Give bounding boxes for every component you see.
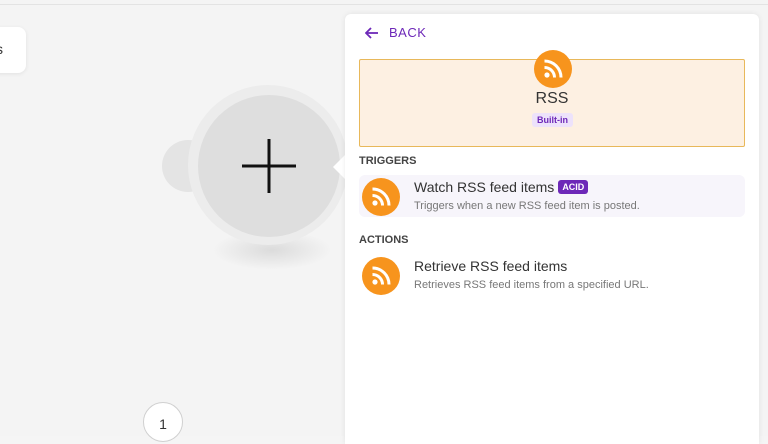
module-retrieve-rss-feed-items[interactable]: Retrieve RSS feed items Retrieves RSS fe… xyxy=(359,254,745,296)
app-header: RSS Built-in xyxy=(359,50,745,147)
builtin-badge: Built-in xyxy=(532,113,573,127)
module-description: Triggers when a new RSS feed item is pos… xyxy=(414,200,640,212)
side-card[interactable]: s xyxy=(0,27,26,73)
arrow-left-icon xyxy=(365,26,378,39)
module-title: Watch RSS feed items xyxy=(414,179,555,195)
rss-icon xyxy=(534,50,572,88)
module-title: Retrieve RSS feed items xyxy=(414,258,568,274)
acid-badge: ACID xyxy=(558,180,589,194)
module-counter: 1 xyxy=(143,402,183,442)
module-counter-value: 1 xyxy=(159,416,167,432)
app-name: RSS xyxy=(535,90,569,107)
rss-icon xyxy=(362,178,400,216)
add-module-button[interactable] xyxy=(198,95,340,237)
toolbar-divider xyxy=(0,4,768,5)
rss-icon xyxy=(362,257,400,295)
plus-icon xyxy=(242,139,296,193)
triggers-title: TRIGGERS xyxy=(359,155,417,167)
scenario-canvas[interactable]: s 1 BACK RSS xyxy=(0,0,768,444)
back-button[interactable]: BACK xyxy=(365,25,426,40)
module-watch-rss-feed-items[interactable]: Watch RSS feed items ACID Triggers when … xyxy=(359,175,745,217)
panel-pointer xyxy=(333,155,345,179)
module-description: Retrieves RSS feed items from a specifie… xyxy=(414,279,649,291)
back-label: BACK xyxy=(389,25,427,40)
actions-title: ACTIONS xyxy=(359,234,409,246)
module-picker-panel: BACK RSS Built-in TRIGGERS Watch RSS fee… xyxy=(345,14,759,444)
side-card-label: s xyxy=(0,41,3,57)
